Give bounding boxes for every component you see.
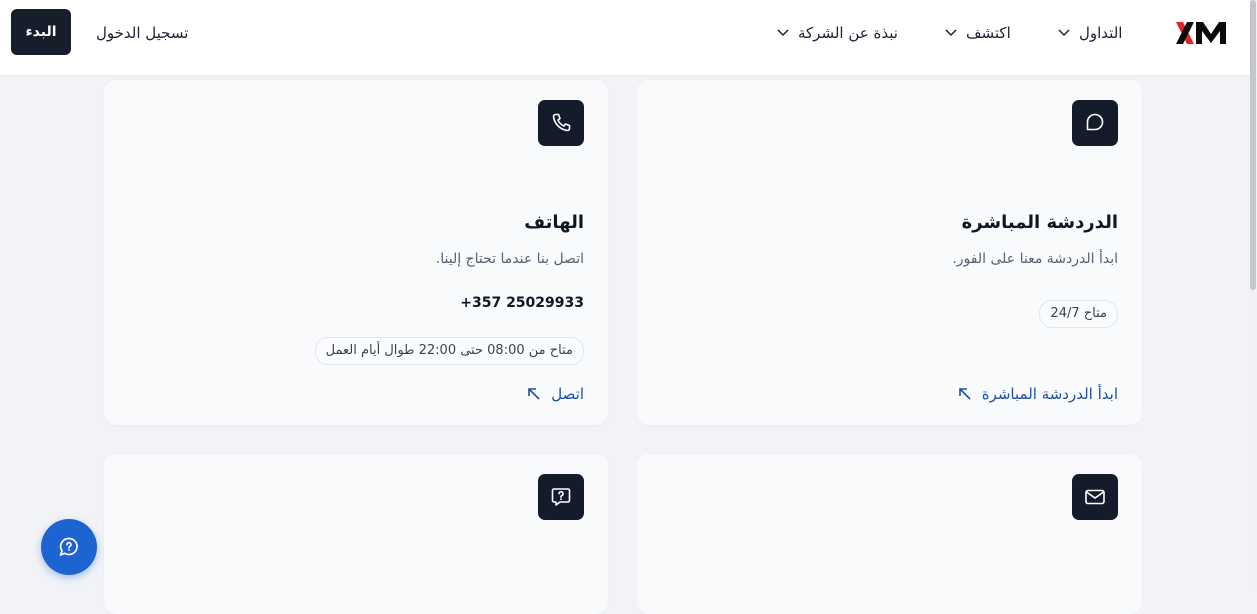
scrollbar[interactable]	[1250, 0, 1257, 591]
nav-trading-label: التداول	[1079, 24, 1123, 42]
nav-about[interactable]: نبذة عن الشركة	[776, 24, 898, 42]
envelope-icon	[1085, 489, 1105, 505]
availability-badge: متاح 24/7	[1039, 300, 1118, 328]
nav-trading[interactable]: التداول	[1057, 24, 1122, 42]
phone-number[interactable]: +357 25029933	[460, 295, 584, 311]
phone-icon-box	[538, 100, 584, 146]
card-title: الدردشة المباشرة	[961, 212, 1118, 233]
chat-help-icon	[59, 537, 78, 556]
question-bubble-icon	[551, 488, 571, 506]
nav-explore-label: اكتشف	[966, 24, 1011, 42]
card-title: الهاتف	[524, 212, 584, 233]
card-description: ابدأ الدردشة معنا على الفور.	[952, 251, 1118, 267]
chevron-down-icon	[945, 29, 957, 37]
xm-logo[interactable]	[1176, 20, 1236, 46]
chevron-down-icon	[777, 29, 789, 37]
arrow-up-left-icon	[528, 388, 540, 400]
chat-icon-box	[1072, 100, 1118, 146]
start-button[interactable]: البدء	[11, 9, 71, 55]
top-header: التداول اكتشف نبذة عن الشركة تسجيل الدخو…	[0, 0, 1250, 75]
nav-explore[interactable]: اكتشف	[944, 24, 1011, 42]
scrollbar-thumb[interactable]	[1250, 0, 1256, 290]
availability-badge: متاح من 08:00 حتى 22:00 طوال أيام العمل	[314, 337, 584, 365]
email-card	[637, 454, 1142, 614]
card-description: اتصل بنا عندما تحتاج إلينا.	[435, 251, 584, 267]
link-label: ابدأ الدردشة المباشرة	[981, 385, 1118, 403]
arrow-up-left-icon	[958, 388, 971, 400]
nav-about-label: نبذة عن الشركة	[798, 24, 898, 42]
start-live-chat-link[interactable]: ابدأ الدردشة المباشرة	[958, 385, 1118, 403]
floating-chat-button[interactable]	[41, 519, 97, 575]
chevron-down-icon	[1058, 29, 1070, 37]
login-link[interactable]: تسجيل الدخول	[96, 24, 188, 42]
email-icon-box	[1072, 474, 1118, 520]
phone-icon	[552, 113, 571, 132]
phone-card: الهاتف اتصل بنا عندما تحتاج إلينا. +357 …	[104, 80, 608, 425]
chat-bubble-icon	[1086, 113, 1104, 131]
faq-card	[104, 454, 608, 614]
live-chat-card: الدردشة المباشرة ابدأ الدردشة معنا على ا…	[637, 80, 1142, 425]
link-label: اتصل	[551, 385, 584, 403]
call-link[interactable]: اتصل	[527, 385, 584, 403]
faq-icon-box	[538, 474, 584, 520]
